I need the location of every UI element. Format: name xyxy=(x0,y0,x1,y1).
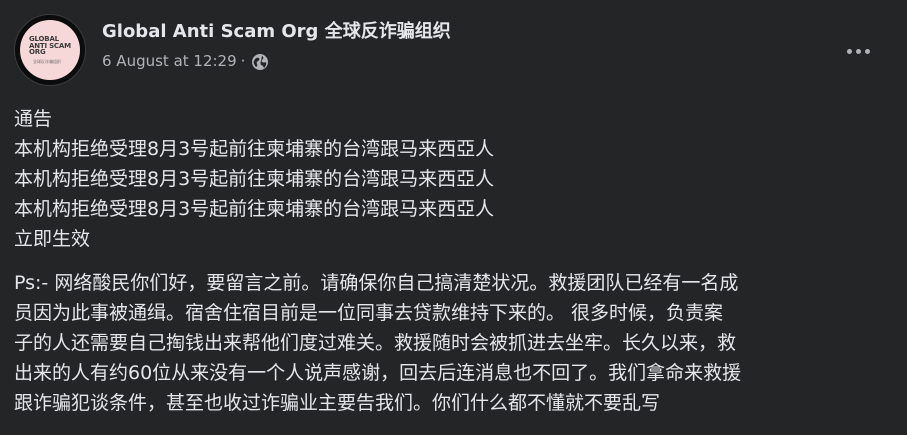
post-text-line: 本机构拒绝受理8月3号起前往柬埔寨的台湾跟马来西亞人 xyxy=(14,168,495,190)
post-text-line: 通告 xyxy=(14,108,53,130)
post-ps-paragraph: Ps:- 网络酸民你们好，要留言之前。请确保你自己搞清楚状况。救援团队已经有一名… xyxy=(14,268,894,418)
more-options-button[interactable] xyxy=(840,36,876,66)
page-name-link[interactable]: Global Anti Scam Org 全球反诈骗组织 xyxy=(102,20,451,44)
avatar-logo-text: GLOBAL ANTI SCAM ORG xyxy=(29,35,71,56)
ps-text-line: 子的人还需要自己掏钱出来帮他们度过难关。救援随时会被抓进去坐牢。长久以来，救 xyxy=(14,332,737,354)
page-avatar[interactable]: GLOBAL ANTI SCAM ORG 全球反诈骗组织 xyxy=(14,14,86,86)
more-options-dot xyxy=(864,48,870,54)
post-meta: 6 August at 12:29 · xyxy=(102,51,269,71)
post-text-line: 立即生效 xyxy=(14,228,91,250)
avatar-logo-subtext: 全球反诈骗组织 xyxy=(33,59,61,64)
ps-text-line: 跟诈骗犯谈条件，甚至也收过诈骗业主要告我们。你们什么都不懂就不要乱写 xyxy=(14,392,661,414)
post-body: 通告 本机构拒绝受理8月3号起前往柬埔寨的台湾跟马来西亞人 本机构拒绝受理8月3… xyxy=(14,104,894,418)
facebook-post: GLOBAL ANTI SCAM ORG 全球反诈骗组织 Global Anti… xyxy=(0,0,907,435)
post-header: GLOBAL ANTI SCAM ORG 全球反诈骗组织 Global Anti… xyxy=(14,14,894,86)
post-text-line: 本机构拒绝受理8月3号起前往柬埔寨的台湾跟马来西亞人 xyxy=(14,138,495,160)
meta-separator: · xyxy=(240,52,246,70)
globe-icon[interactable] xyxy=(251,53,269,71)
post-text-line: 本机构拒绝受理8月3号起前往柬埔寨的台湾跟马来西亞人 xyxy=(14,198,495,220)
post-timestamp[interactable]: 6 August at 12:29 xyxy=(102,51,237,71)
ps-text-line: 员因为此事被通缉。宿舍住宿目前是一位同事去贷款维持下来的。 很多时候，负责案 xyxy=(14,302,724,324)
more-options-icon xyxy=(846,48,852,54)
more-options-dot xyxy=(855,48,861,54)
ps-text-line: 出来的人有约60位从来没有一个人说声感谢，回去后连消息也不回了。我们拿命来救援 xyxy=(14,362,742,384)
ps-text-line: Ps:- 网络酸民你们好，要留言之前。请确保你自己搞清楚状况。救援团队已经有一名… xyxy=(14,272,739,294)
